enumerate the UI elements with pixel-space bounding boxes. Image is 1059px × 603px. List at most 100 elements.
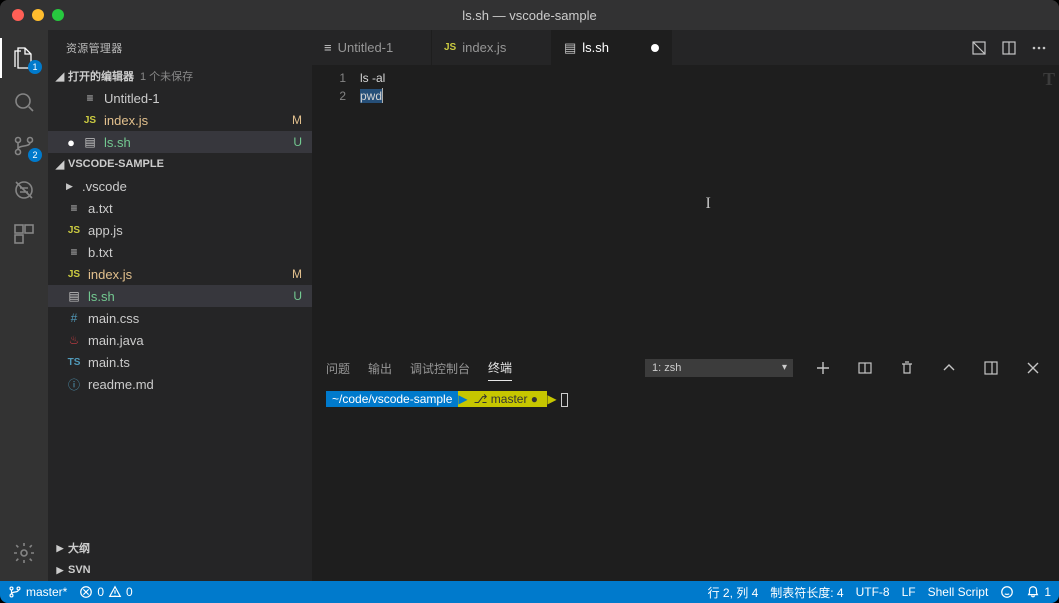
folder-item[interactable]: ▶ .vscode [48, 175, 312, 197]
file-item[interactable]: ≡ b.txt [48, 241, 312, 263]
branch-icon [8, 585, 22, 599]
split-terminal-button[interactable] [853, 356, 877, 380]
workspace-label: VSCODE-SAMPLE [68, 158, 164, 170]
split-editor-button[interactable] [995, 34, 1023, 62]
ts-icon: TS [66, 357, 82, 368]
git-branch-status[interactable]: master* [8, 585, 67, 599]
file-icon: ≡ [324, 40, 332, 55]
chevron-right-icon: ▶ [52, 565, 68, 576]
svn-header[interactable]: ▶ SVN [48, 559, 312, 581]
minimap[interactable]: T [1043, 69, 1055, 90]
debug-console-tab[interactable]: 调试控制台 [410, 356, 470, 381]
explorer-activity[interactable]: 1 [0, 38, 48, 78]
file-name: ls.sh [104, 135, 312, 150]
workspace-header[interactable]: ◢ VSCODE-SAMPLE [48, 153, 312, 175]
editor-tab[interactable]: ▤ ls.sh [552, 30, 672, 65]
file-item[interactable]: ≡ a.txt [48, 197, 312, 219]
indentation-status[interactable]: 制表符长度: 4 [770, 584, 843, 601]
search-icon [12, 90, 36, 114]
code-area[interactable]: ls -al pwd [360, 65, 1059, 351]
terminal-selector[interactable]: 1: zsh [645, 359, 793, 377]
js-icon: JS [82, 115, 98, 126]
open-editors-header[interactable]: ◢ 打开的编辑器 1 个未保存 [48, 65, 312, 87]
open-editors-label: 打开的编辑器 [68, 68, 134, 84]
file-name: readme.md [88, 377, 312, 392]
close-window-button[interactable] [12, 9, 24, 21]
file-item[interactable]: TS main.ts [48, 351, 312, 373]
more-actions-button[interactable] [1025, 34, 1053, 62]
encoding-status[interactable]: UTF-8 [856, 585, 890, 599]
outline-header[interactable]: ▶ 大纲 [48, 537, 312, 559]
open-editor-item[interactable]: JS index.js M [48, 109, 312, 131]
chevron-right-icon: ▶ [66, 181, 76, 192]
editor-tabs: ≡ Untitled-1 JS index.js ▤ ls.sh [312, 30, 1059, 65]
close-icon [1025, 360, 1041, 376]
window-controls [0, 9, 64, 21]
toggle-panel-button[interactable] [979, 356, 1003, 380]
js-icon: JS [66, 225, 82, 236]
new-terminal-button[interactable] [811, 356, 835, 380]
scm-activity[interactable]: 2 [0, 126, 48, 166]
file-item[interactable]: JS app.js [48, 219, 312, 241]
code-line: pwd [360, 87, 1059, 105]
tab-label: Untitled-1 [338, 40, 394, 55]
minimize-window-button[interactable] [32, 9, 44, 21]
file-name: a.txt [88, 201, 312, 216]
kill-terminal-button[interactable] [895, 356, 919, 380]
file-name: b.txt [88, 245, 312, 260]
file-item[interactable]: ♨ main.java [48, 329, 312, 351]
cursor-position-status[interactable]: 行 2, 列 4 [708, 584, 759, 601]
warning-count: 0 [126, 585, 133, 599]
panel-tabs: 问题 输出 调试控制台 终端 1: zsh [312, 352, 1059, 384]
open-editor-item[interactable]: ≡ Untitled-1 [48, 87, 312, 109]
language-status[interactable]: Shell Script [928, 585, 989, 599]
sidebar: 资源管理器 ◢ 打开的编辑器 1 个未保存 ≡ Untitled-1 JS [48, 30, 312, 581]
search-activity[interactable] [0, 82, 48, 122]
error-count: 0 [97, 585, 104, 599]
terminal-selector-value: 1: zsh [645, 359, 793, 377]
open-editors-section: ◢ 打开的编辑器 1 个未保存 ≡ Untitled-1 JS index.js… [48, 65, 312, 153]
output-tab[interactable]: 输出 [368, 356, 392, 381]
line-number: 1 [312, 69, 346, 87]
debug-activity[interactable] [0, 170, 48, 210]
dirty-indicator [651, 44, 659, 52]
extensions-icon [12, 222, 36, 246]
settings-activity[interactable] [0, 533, 48, 573]
git-status: U [293, 135, 302, 149]
text-editor[interactable]: 1 2 ls -al pwd T I [312, 65, 1059, 351]
file-item[interactable]: ▤ ls.sh U [48, 285, 312, 307]
maximize-window-button[interactable] [52, 9, 64, 21]
layout-icon [983, 360, 999, 376]
notifications-status[interactable]: 1 [1026, 585, 1051, 599]
file-item[interactable]: ⓘ readme.md [48, 373, 312, 395]
file-item[interactable]: # main.css [48, 307, 312, 329]
explorer-badge: 1 [28, 60, 42, 74]
bottom-panel: 问题 输出 调试控制台 终端 1: zsh ~/code/vs [312, 351, 1059, 581]
terminal-cursor [561, 393, 568, 407]
editor-group: ≡ Untitled-1 JS index.js ▤ ls.sh [312, 30, 1059, 581]
sh-icon: ▤ [82, 135, 98, 149]
tab-actions [965, 30, 1059, 65]
warning-icon [108, 585, 122, 599]
close-panel-button[interactable] [1021, 356, 1045, 380]
eol-status[interactable]: LF [902, 585, 916, 599]
feedback-status[interactable] [1000, 585, 1014, 599]
file-icon: ≡ [82, 91, 98, 105]
open-changes-button[interactable] [965, 34, 993, 62]
maximize-panel-button[interactable] [937, 356, 961, 380]
extensions-activity[interactable] [0, 214, 48, 254]
file-icon: ≡ [66, 245, 82, 259]
file-item[interactable]: JS index.js M [48, 263, 312, 285]
terminal-tab[interactable]: 终端 [488, 355, 512, 381]
terminal[interactable]: ~/code/vscode-sample▶⎇ master ● ▶ [312, 384, 1059, 581]
open-editor-item[interactable]: ● ▤ ls.sh U [48, 131, 312, 153]
problems-status[interactable]: 0 0 [79, 585, 132, 599]
error-icon [79, 585, 93, 599]
folder-name: .vscode [82, 179, 312, 194]
file-name: index.js [88, 267, 312, 282]
sh-icon: ▤ [66, 289, 82, 303]
problems-tab[interactable]: 问题 [326, 356, 350, 381]
editor-tab[interactable]: ≡ Untitled-1 [312, 30, 432, 65]
editor-tab[interactable]: JS index.js [432, 30, 552, 65]
line-number: 2 [312, 87, 346, 105]
